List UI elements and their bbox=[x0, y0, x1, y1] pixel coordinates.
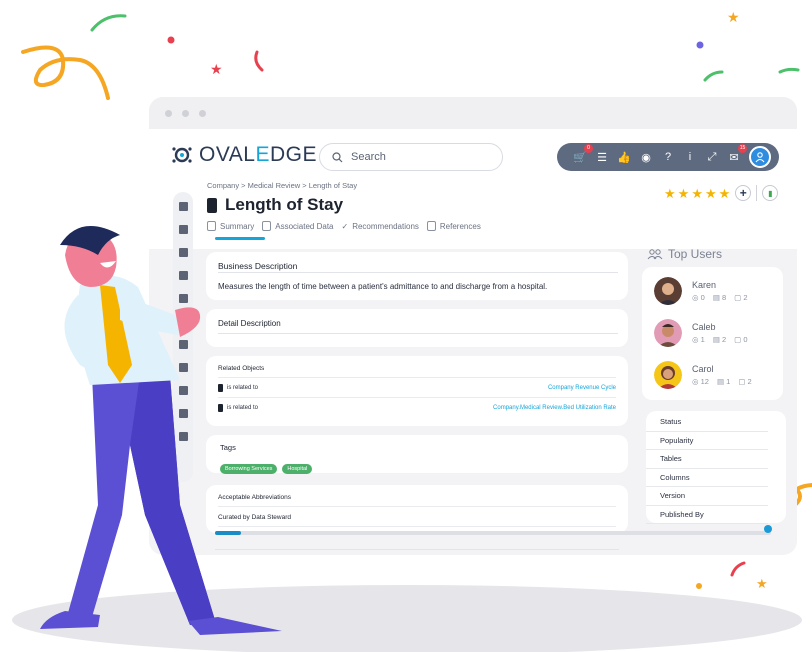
search-icon bbox=[332, 151, 343, 162]
eye-icon: ◎ 12 bbox=[692, 377, 709, 386]
add-button[interactable]: + bbox=[735, 185, 752, 201]
user-row[interactable]: Carol ◎ 12 ▤ 1 ▢ 2 bbox=[642, 354, 783, 396]
breadcrumb[interactable]: Company > Medical Review > Length of Sta… bbox=[207, 181, 357, 190]
tab-label: References bbox=[439, 221, 481, 231]
user-stats: ◎ 1 ▤ 2 ▢ 0 bbox=[692, 335, 748, 344]
user-row[interactable]: Karen ◎ 0 ▤ 8 ▢ 2 bbox=[642, 270, 783, 312]
user-name: Karen bbox=[692, 280, 717, 290]
eye-icon: ◎ 1 bbox=[692, 335, 705, 344]
top-users-card: Karen ◎ 0 ▤ 8 ▢ 2 Caleb ◎ 1 ▤ 2 ▢ 0 Carol ◎ … bbox=[642, 267, 783, 400]
star-icon[interactable]: ★ bbox=[691, 187, 703, 200]
svg-text:★: ★ bbox=[210, 61, 223, 77]
svg-text:★: ★ bbox=[756, 576, 768, 591]
comment-icon: ▢ 2 bbox=[734, 293, 748, 302]
logo-icon bbox=[172, 147, 192, 163]
users-icon bbox=[647, 248, 663, 259]
businessman-illustration bbox=[40, 226, 282, 635]
cart-icon[interactable]: 🛒 0 bbox=[573, 144, 593, 164]
user-icon[interactable] bbox=[749, 146, 771, 168]
tab-recommendations[interactable]: ✓ Recommendations bbox=[342, 221, 419, 231]
user-name: Caleb bbox=[692, 322, 716, 332]
help-icon[interactable]: ? bbox=[661, 150, 675, 164]
user-name: Carol bbox=[692, 364, 714, 374]
tab-label: Recommendations bbox=[352, 221, 419, 231]
copy-icon bbox=[426, 221, 436, 231]
star-icon[interactable]: ★ bbox=[664, 187, 676, 200]
table-icon: ▤ 8 bbox=[712, 293, 727, 302]
window-dot[interactable] bbox=[182, 109, 189, 117]
comment-icon: ▢ 0 bbox=[734, 335, 748, 344]
window-dot[interactable] bbox=[199, 109, 206, 117]
mail-badge: 15 bbox=[738, 144, 747, 153]
tab-references[interactable]: References bbox=[426, 221, 481, 231]
scroll-handle[interactable] bbox=[764, 525, 772, 533]
divider bbox=[756, 185, 758, 201]
top-users-title-text: Top Users bbox=[668, 247, 723, 261]
eye-icon: ◎ 0 bbox=[692, 293, 705, 302]
header-toolbar: 🛒 0 ☰ 👍 ◉ ? i ⤢ ✉ 15 bbox=[557, 143, 779, 171]
property-row: Columns bbox=[646, 469, 768, 487]
logo-text: OVALEDGE bbox=[199, 143, 317, 166]
property-row: Tables bbox=[646, 450, 768, 469]
search-input[interactable]: Search bbox=[319, 143, 503, 171]
search-placeholder: Search bbox=[351, 151, 386, 163]
avatar bbox=[654, 277, 682, 305]
related-object-link[interactable]: Company Revenue Cycle bbox=[548, 385, 616, 391]
page-title: Length of Stay bbox=[207, 195, 343, 215]
star-icon[interactable]: ★ bbox=[678, 187, 690, 200]
window-titlebar bbox=[149, 97, 797, 129]
page-title-text: Length of Stay bbox=[225, 195, 344, 214]
rating: ★ ★ ★ ★ ★ + ▮ bbox=[664, 185, 779, 201]
property-row: Popularity bbox=[646, 432, 768, 450]
top-users-title: Top Users bbox=[647, 247, 722, 261]
expand-icon[interactable]: ⤢ bbox=[705, 150, 719, 164]
table-icon: ▤ 2 bbox=[712, 335, 727, 344]
avatar bbox=[654, 319, 682, 347]
comment-icon: ▢ 2 bbox=[738, 377, 752, 386]
home-icon[interactable] bbox=[178, 202, 188, 211]
related-object-link[interactable]: Company.Medical Review.Bed Utilization R… bbox=[493, 405, 616, 411]
illustration-stage: ★ ★ ★ ★ bbox=[0, 0, 812, 652]
window-dot[interactable] bbox=[165, 109, 172, 117]
star-icon[interactable]: ★ bbox=[705, 187, 717, 200]
bar-chart-icon[interactable]: ▮ bbox=[762, 185, 779, 201]
avatar bbox=[654, 361, 682, 389]
cart-badge: 0 bbox=[584, 144, 593, 153]
user-row[interactable]: Caleb ◎ 1 ▤ 2 ▢ 0 bbox=[642, 312, 783, 354]
ovaledge-logo[interactable]: OVALEDGE bbox=[171, 143, 317, 167]
check-icon: ✓ bbox=[341, 221, 349, 231]
svg-text:★: ★ bbox=[727, 9, 740, 25]
user-stats: ◎ 0 ▤ 8 ▢ 2 bbox=[692, 293, 748, 302]
star-icon[interactable]: ★ bbox=[719, 187, 731, 200]
property-row: Status bbox=[646, 413, 768, 432]
mail-icon[interactable]: ✉ 15 bbox=[727, 144, 747, 164]
table-icon: ▤ 1 bbox=[716, 377, 731, 386]
database-icon bbox=[207, 197, 217, 213]
property-row: Published By bbox=[646, 506, 768, 524]
properties-card: Status Popularity Tables Columns Version… bbox=[646, 411, 786, 524]
chrome-icon[interactable]: ◉ bbox=[639, 150, 653, 164]
thumbs-up-icon[interactable]: 👍 bbox=[617, 150, 631, 164]
user-stats: ◎ 12 ▤ 1 ▢ 2 bbox=[692, 377, 752, 386]
checklist-icon[interactable]: ☰ bbox=[595, 150, 609, 164]
property-row: Version bbox=[646, 487, 768, 506]
info-icon[interactable]: i bbox=[683, 150, 697, 164]
